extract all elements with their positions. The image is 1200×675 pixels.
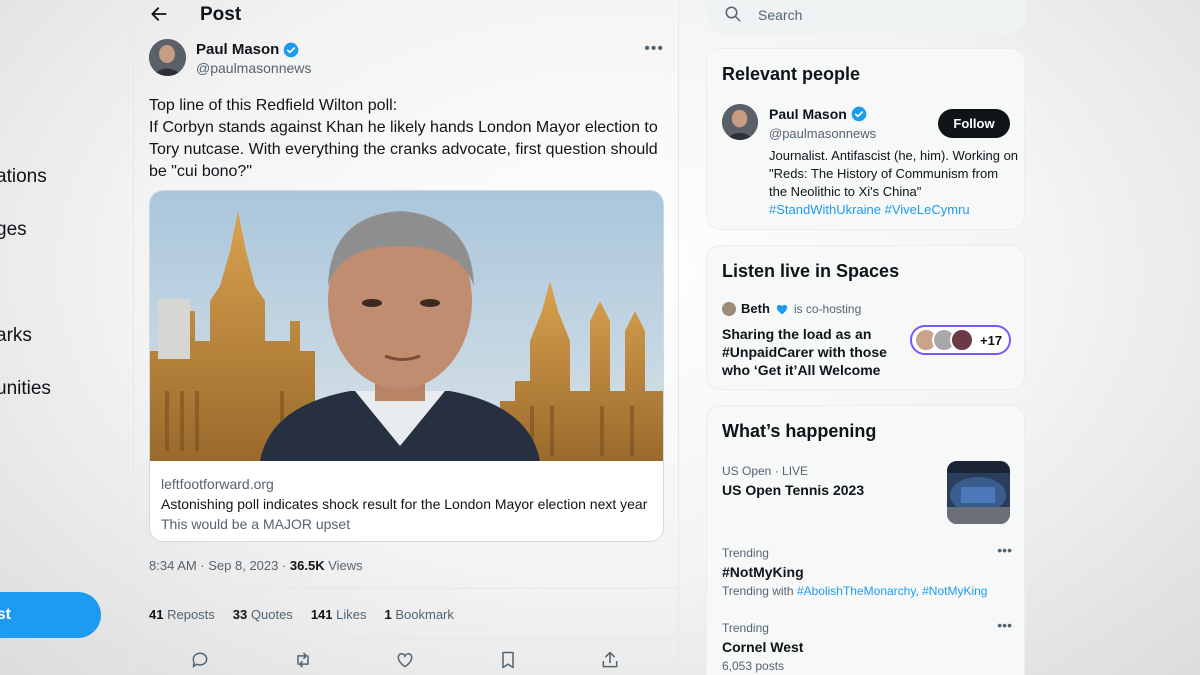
verified-badge-icon	[284, 42, 299, 57]
relevant-people-panel: Relevant people Paul Mason @paulmasonnew…	[706, 48, 1025, 230]
nav-item-communities[interactable]: unities	[0, 378, 51, 400]
search-bar[interactable]: Search	[706, 0, 1026, 34]
listener-count: +17	[980, 332, 1003, 348]
space-listeners[interactable]: +17	[910, 325, 1011, 355]
author-name[interactable]: Paul Mason	[196, 41, 299, 58]
divider	[134, 588, 678, 589]
search-icon	[725, 6, 741, 22]
share-icon[interactable]	[600, 650, 620, 670]
search-input[interactable]: Search	[758, 7, 802, 23]
trend-thumbnail	[947, 461, 1010, 524]
action-bar	[190, 650, 620, 670]
left-nav: ‌ ations ges arks unities l st	[0, 0, 133, 675]
spaces-panel: Listen live in Spaces Beth is co-hosting…	[706, 245, 1025, 390]
divider	[134, 638, 678, 639]
follow-button[interactable]: Follow	[938, 109, 1010, 138]
trend-context: Trending	[722, 546, 769, 560]
more-options-icon[interactable]: •••	[644, 40, 664, 58]
person-bio: Journalist. Antifascist (he, him). Worki…	[769, 148, 1019, 217]
nav-item-messages[interactable]: ges	[0, 219, 27, 241]
link-card[interactable]: leftfootforward.org Astonishing poll ind…	[149, 190, 664, 542]
panel-title: What’s happening	[722, 421, 877, 441]
host-avatar	[722, 301, 736, 316]
card-title: Astonishing poll indicates shock result …	[161, 496, 648, 512]
author-handle[interactable]: @paulmasonnews	[196, 60, 311, 76]
tweet-text: Top line of this Redfield Wilton poll: I…	[149, 97, 658, 180]
person-avatar[interactable]	[722, 104, 758, 140]
card-meta: leftfootforward.org Astonishing poll ind…	[161, 474, 647, 534]
trend-name: #NotMyKing	[722, 564, 804, 580]
post-button[interactable]: st	[0, 592, 101, 638]
trend-context: Trending	[722, 621, 769, 635]
panel-title: Relevant people	[722, 64, 861, 84]
back-arrow-icon[interactable]	[149, 4, 169, 24]
nav-item-notifications[interactable]: ations	[0, 166, 47, 188]
like-icon[interactable]	[395, 650, 415, 670]
more-options-icon[interactable]: •••	[997, 542, 1012, 558]
bio-hashtags[interactable]: #StandWithUkraine #ViveLeCymru	[769, 202, 970, 217]
trend-item[interactable]: Trending ••• Cornel West 6,053 posts	[722, 617, 1012, 673]
repost-icon[interactable]	[293, 650, 313, 670]
trend-post-count: 6,053 posts	[722, 659, 785, 673]
person-name[interactable]: Paul Mason	[769, 106, 867, 122]
trend-name: Cornel West	[722, 639, 804, 655]
post-time[interactable]: 8:34 AM · Sep 8, 2023 ·	[149, 558, 290, 573]
trend-related-links[interactable]: #AbolishTheMonarchy, #NotMyKing	[797, 584, 988, 598]
quotes-stat[interactable]: 33 Quotes	[233, 607, 293, 622]
author-avatar[interactable]	[149, 39, 186, 76]
more-options-icon[interactable]: •••	[997, 617, 1012, 633]
person-handle[interactable]: @paulmasonnews	[769, 126, 876, 141]
views-label: Views	[324, 558, 363, 573]
main-column: Post Paul Mason @paulmasonnews ••• Top l…	[133, 0, 679, 675]
reply-icon[interactable]	[190, 650, 210, 670]
verified-badge-icon	[851, 106, 867, 122]
reposts-stat[interactable]: 41 Reposts	[149, 607, 215, 622]
blue-heart-icon	[776, 304, 788, 314]
trend-item[interactable]: Trending ••• #NotMyKing Trending with #A…	[722, 542, 1012, 598]
card-image	[150, 191, 663, 461]
likes-stat[interactable]: 141 Likes	[311, 607, 367, 622]
views-count: 36.5K	[289, 558, 325, 573]
page-title: Post	[200, 4, 242, 25]
nav-item-bookmarks[interactable]: arks	[0, 325, 32, 347]
bookmark-icon[interactable]	[498, 650, 518, 670]
space-host: Beth is co-hosting	[722, 301, 861, 316]
listener-avatar	[950, 328, 974, 352]
space-title[interactable]: Sharing the load as an #UnpaidCarer with…	[722, 325, 902, 379]
post-header: Post	[134, 0, 678, 30]
card-domain: leftfootforward.org	[161, 476, 274, 492]
engagement-stats: 41 Reposts 33 Quotes 141 Likes 1 Bookmar…	[149, 607, 454, 622]
trend-subtext: Trending with #AbolishTheMonarchy, #NotM…	[722, 584, 988, 598]
whats-happening-panel: What’s happening US Open · LIVE US Open …	[706, 405, 1025, 675]
card-description: This would be a MAJOR upset	[161, 516, 351, 532]
post-timestamp: 8:34 AM · Sep 8, 2023 · 36.5K Views	[149, 558, 363, 573]
panel-title: Listen live in Spaces	[722, 261, 900, 281]
bookmarks-stat[interactable]: 1 Bookmark	[385, 607, 454, 622]
